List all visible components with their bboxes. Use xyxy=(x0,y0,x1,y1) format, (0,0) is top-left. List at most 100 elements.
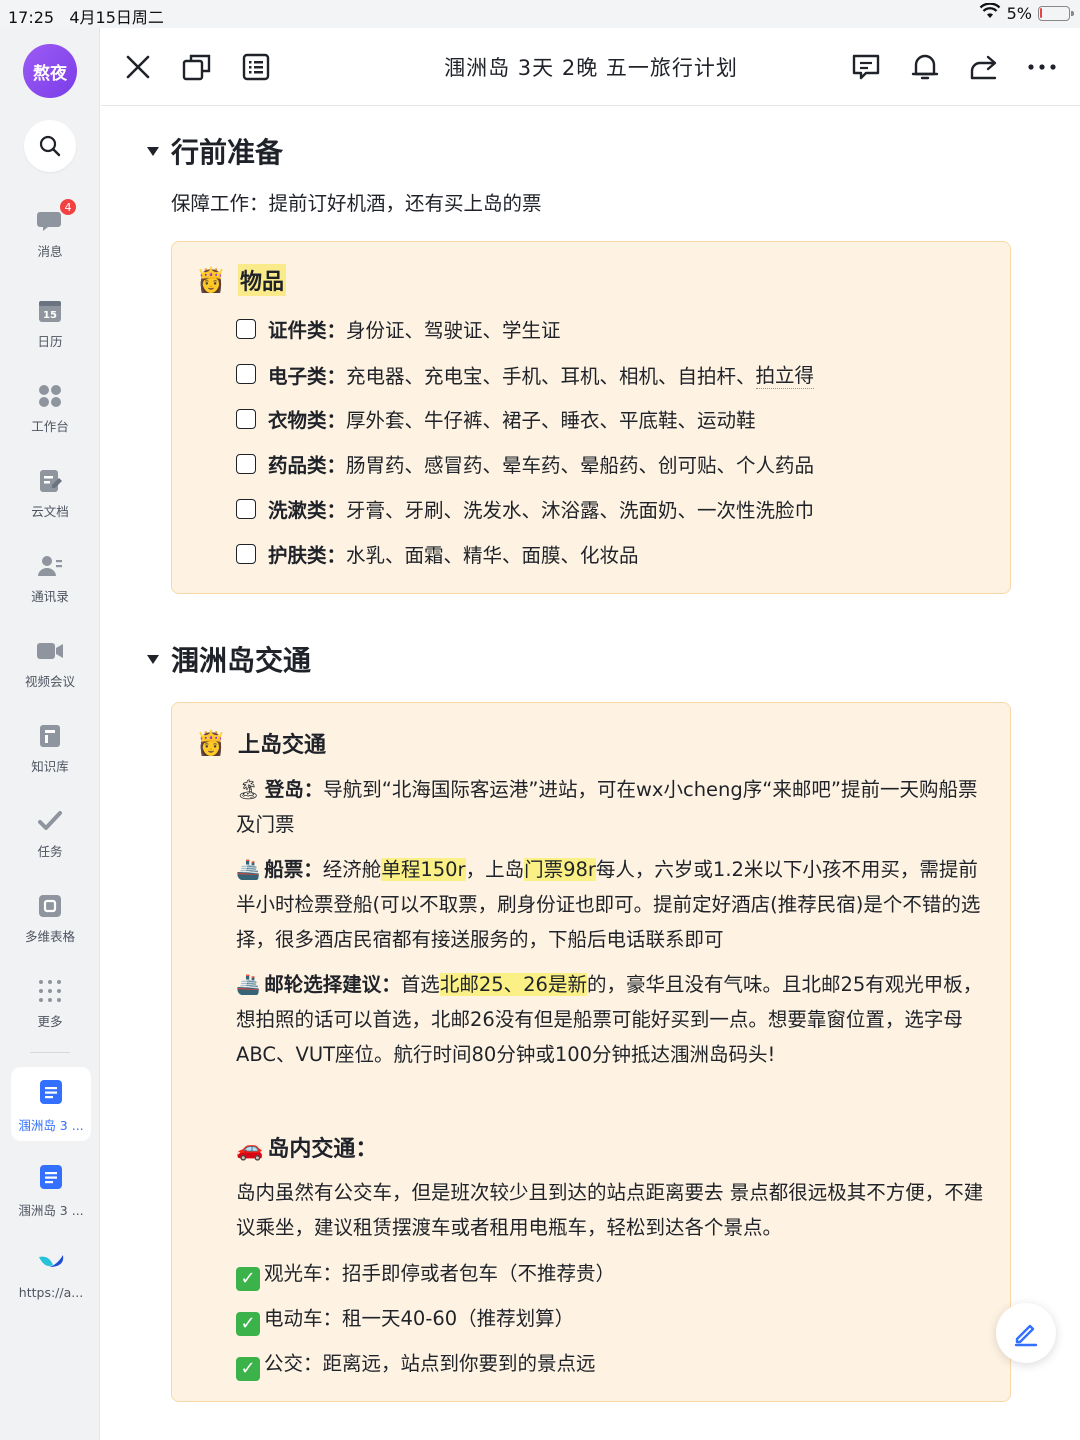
comment-icon xyxy=(852,54,880,80)
close-icon xyxy=(126,55,150,79)
sidebar-item-calendar[interactable]: 15 日历 xyxy=(0,290,100,360)
status-time: 17:25 4月15日周二 xyxy=(8,8,164,27)
highlight-text: 单程150r xyxy=(381,858,466,881)
highlight-text: 门票98r xyxy=(524,858,596,881)
cloud-doc-icon xyxy=(35,466,65,496)
checkbox[interactable] xyxy=(236,408,256,429)
more-dots-icon xyxy=(35,976,65,1006)
heading-transport[interactable]: 涠洲岛交通 xyxy=(147,639,311,679)
recent-doc-label: 涠洲岛 3 ... xyxy=(18,1203,84,1218)
callout-header: 👸 物品 xyxy=(196,264,287,296)
window-icon xyxy=(182,54,211,81)
sidebar-item-label: 日历 xyxy=(37,334,63,349)
share-button[interactable] xyxy=(965,48,1003,86)
outline-button[interactable] xyxy=(237,48,275,86)
boarding-paragraph: 🏝 登岛：导航到“北海国际客运港”进站，可在wx小cheng序“来邮吧”提前一天购… xyxy=(236,772,992,842)
edit-button[interactable] xyxy=(996,1303,1056,1363)
task-check-icon xyxy=(35,806,65,836)
close-button[interactable] xyxy=(119,48,157,86)
callout-title: 上岛交通 xyxy=(238,733,327,758)
sidebar-item-wiki[interactable]: 知识库 xyxy=(0,715,100,785)
sidebar-item-workplace[interactable]: 工作台 xyxy=(0,375,100,445)
battery-icon xyxy=(1038,5,1074,21)
recent-link-tab[interactable]: https://a... xyxy=(11,1237,91,1311)
search-icon xyxy=(39,135,61,157)
collapse-caret-icon[interactable] xyxy=(147,146,159,156)
todo-item: 洗漱类： 牙膏、牙刷、洗发水、沐浴露、洗面奶、一次性洗脸巾 xyxy=(236,494,814,523)
collapse-caret-icon[interactable] xyxy=(147,654,159,664)
callout-header: 👸 上岛交通 xyxy=(196,727,326,759)
new-window-button[interactable] xyxy=(178,48,216,86)
todo-item: 药品类： 肠胃药、感冒药、晕车药、晕船药、创可贴、个人药品 xyxy=(236,449,814,478)
sidebar-item-label: 多维表格 xyxy=(24,929,75,944)
sidebar-item-more[interactable]: 更多 xyxy=(0,970,100,1040)
checkbox[interactable] xyxy=(236,318,256,339)
sidebar-divider xyxy=(30,1052,70,1053)
sidebar-item-messages[interactable]: 4 消息 xyxy=(0,198,100,270)
highlight-text: 北邮25、26是新 xyxy=(439,973,587,996)
heading-preparation[interactable]: 行前准备 xyxy=(147,131,283,171)
checkbox[interactable] xyxy=(236,453,256,474)
check-mark-icon: ✓ xyxy=(236,1312,260,1336)
transport-option: ✓ 电动车：租一天40-60（推荐划算） xyxy=(236,1301,992,1336)
multi-table-icon xyxy=(35,891,65,921)
avatar[interactable]: 熬夜 xyxy=(23,44,77,98)
calendar-icon: 15 xyxy=(35,296,65,326)
bell-icon xyxy=(911,54,939,80)
sidebar-item-label: 工作台 xyxy=(31,419,69,434)
sidebar-item-bitable[interactable]: 多维表格 xyxy=(0,885,100,955)
transport-option: ✓ 公交：距离远，站点到你要到的景点远 xyxy=(236,1346,992,1381)
recent-doc-tab-active[interactable]: 涠洲岛 3 ... xyxy=(11,1067,91,1141)
sidebar-item-label: 知识库 xyxy=(31,759,69,774)
car-emoji-icon: 🚗 xyxy=(236,1137,264,1162)
recent-link-label: https://a... xyxy=(18,1285,84,1300)
sidebar-item-label: 通讯录 xyxy=(31,589,69,604)
more-options-button[interactable] xyxy=(1023,48,1061,86)
check-mark-icon: ✓ xyxy=(236,1267,260,1291)
sidebar-item-label: 任务 xyxy=(37,844,63,859)
sidebar-item-label: 云文档 xyxy=(31,504,69,519)
more-horizontal-icon xyxy=(1028,64,1056,70)
doc-icon xyxy=(39,1079,63,1109)
doc-icon xyxy=(39,1164,63,1194)
ship-emoji-icon: 🚢 xyxy=(236,858,261,881)
transport-option: ✓ 观光车：招手即停或者包车（不推荐贵） xyxy=(236,1256,992,1291)
sidebar-item-label: 消息 xyxy=(37,244,63,259)
notifications-button[interactable] xyxy=(906,48,944,86)
cruise-paragraph: 🚢 邮轮选择建议：首选北邮25、26是新的，豪华且没有气味。且北邮25有观光甲板，… xyxy=(236,967,992,1072)
checkbox[interactable] xyxy=(236,364,256,384)
outline-list-icon xyxy=(242,53,270,81)
chat-icon: 4 xyxy=(35,198,77,236)
sidebar: 熬夜 4 消息 15 日历 工作台 云文档 通讯录 视频会议 知识库 任务 多维… xyxy=(0,0,100,1440)
knowledge-base-icon xyxy=(35,721,65,751)
sidebar-item-tasks[interactable]: 任务 xyxy=(0,800,100,870)
callout-items: 👸 物品 证件类： 身份证、驾驶证、学生证 电子类： 充电器、充电宝、手机、耳机、相… xyxy=(171,241,1011,594)
web-link-icon xyxy=(37,1249,65,1279)
princess-emoji-icon: 👸 xyxy=(196,729,226,757)
recent-doc-tab[interactable]: 涠洲岛 3 ... xyxy=(11,1152,91,1226)
recent-doc-label: 涠洲岛 3 ... xyxy=(18,1118,84,1133)
comments-button[interactable] xyxy=(847,48,885,86)
sidebar-item-contacts[interactable]: 通讯录 xyxy=(0,545,100,615)
document-body: 行前准备 保障工作：提前订好机酒，还有买上岛的票 👸 物品 证件类： 身份证、驾驶… xyxy=(101,107,1080,1440)
princess-emoji-icon: 👸 xyxy=(196,266,226,294)
share-icon xyxy=(970,55,997,80)
underlined-term[interactable]: 拍立得 xyxy=(755,359,815,389)
island-emoji-icon: 🏝 xyxy=(236,778,261,801)
sidebar-item-video-meeting[interactable]: 视频会议 xyxy=(0,630,100,700)
checkbox[interactable] xyxy=(236,543,256,564)
pencil-icon xyxy=(1014,1324,1038,1347)
todo-item: 证件类： 身份证、驾驶证、学生证 xyxy=(236,314,561,343)
island-transport-heading: 🚗 岛内交通： xyxy=(236,1137,378,1162)
sidebar-item-docs[interactable]: 云文档 xyxy=(0,460,100,530)
battery-percent: 5% xyxy=(1006,3,1032,23)
document-title: 涠洲岛 3天 2晚 五一旅行计划 xyxy=(444,56,738,80)
search-button[interactable] xyxy=(24,120,76,172)
callout-transport: 👸 上岛交通 🏝 登岛：导航到“北海国际客运港”进站，可在wx小cheng序“来邮… xyxy=(171,702,1011,1402)
grid-icon xyxy=(35,381,65,411)
checkbox[interactable] xyxy=(236,498,256,519)
check-mark-icon: ✓ xyxy=(236,1357,260,1381)
preparation-intro: 保障工作：提前订好机酒，还有买上岛的票 xyxy=(171,192,542,215)
svg-text:15: 15 xyxy=(43,310,57,321)
doc-toolbar: 涠洲岛 3天 2晚 五一旅行计划 xyxy=(101,28,1080,106)
